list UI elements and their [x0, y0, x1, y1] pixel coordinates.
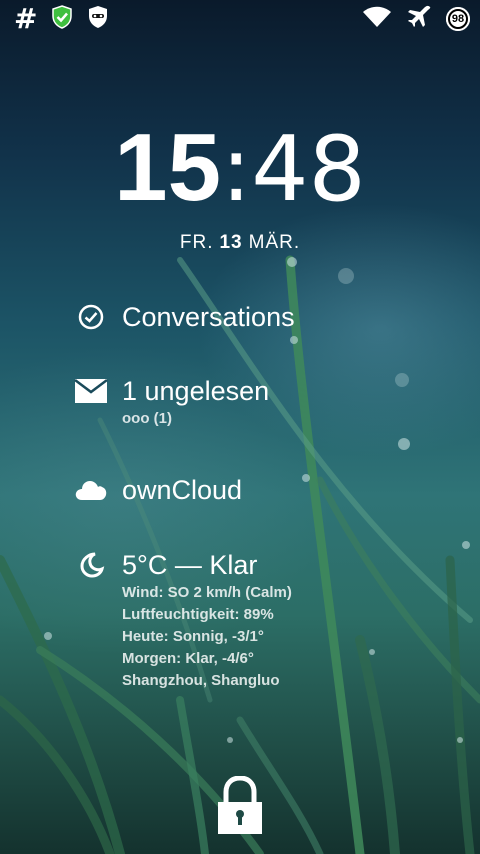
battery-level: 98 — [448, 9, 468, 29]
date: FR. 13 MÄR. — [0, 232, 480, 254]
clock-separator: : — [220, 117, 252, 222]
weather-wind: Wind: SO 2 km/h (Calm) — [122, 584, 292, 601]
check-circle-icon — [74, 300, 108, 334]
owncloud-title: ownCloud — [122, 475, 243, 505]
clock-minutes: 48 — [251, 117, 366, 222]
clock[interactable]: 15:48 — [0, 118, 480, 220]
status-bar: # 98 — [0, 0, 480, 38]
notification-conversations[interactable]: Conversations — [74, 300, 295, 334]
shield-check-icon — [51, 5, 73, 33]
date-weekday: FR. — [179, 232, 214, 253]
hash-icon: # — [14, 2, 38, 35]
date-month: MÄR. — [248, 232, 301, 253]
email-detail: ooo (1) — [122, 410, 172, 427]
notification-email[interactable]: 1 ungelesen ooo (1) — [74, 374, 269, 430]
weather-tomorrow: Morgen: Klar, -4/6° — [122, 650, 254, 667]
battery-icon: 98 — [446, 7, 470, 31]
weather-location: Shangzhou, Shangluo — [122, 672, 280, 689]
padlock-icon[interactable] — [216, 775, 264, 836]
conversations-title: Conversations — [122, 302, 295, 332]
weather-widget[interactable]: 5°C — Klar Wind: SO 2 km/h (Calm) Luftfe… — [74, 548, 292, 692]
email-title: 1 ungelesen — [122, 376, 270, 406]
clock-hours: 15 — [114, 114, 221, 221]
weather-humidity: Luftfeuchtigkeit: 89% — [122, 606, 274, 623]
date-day: 13 — [219, 232, 243, 253]
cloud-icon — [74, 473, 108, 507]
incognito-icon — [87, 5, 109, 33]
weather-title: 5°C — Klar — [122, 550, 258, 580]
wifi-icon — [362, 5, 392, 33]
notification-owncloud[interactable]: ownCloud — [74, 473, 242, 507]
weather-today: Heute: Sonnig, -3/1° — [122, 628, 264, 645]
airplane-icon — [406, 4, 432, 34]
moon-icon — [74, 548, 108, 582]
envelope-icon — [74, 374, 108, 408]
